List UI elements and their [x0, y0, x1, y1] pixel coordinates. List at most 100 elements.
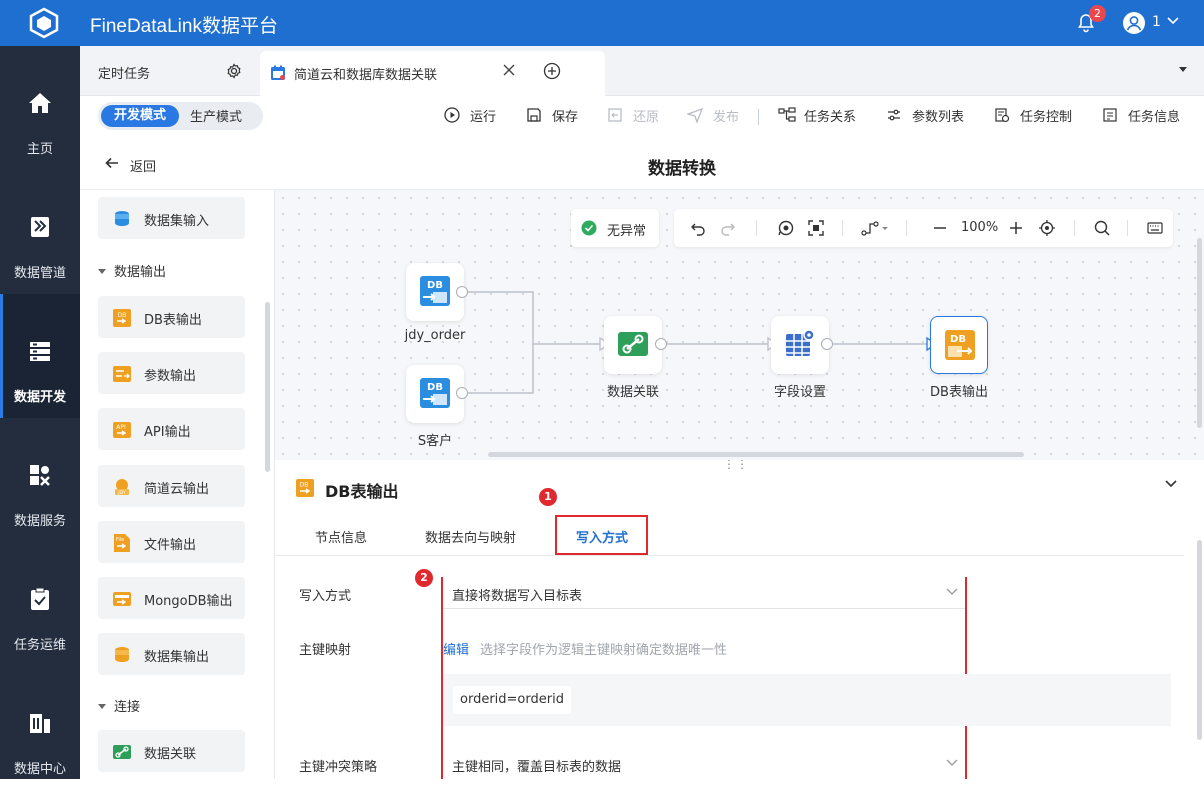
chevron-down-icon[interactable] [1164, 479, 1178, 489]
canvas-v-scrollbar[interactable] [1197, 238, 1202, 428]
nav-item-pipeline[interactable]: 数据管道 [0, 170, 80, 294]
detail-tabs: 节点信息 数据去向与映射 写入方式 [275, 516, 1184, 556]
add-tab-icon[interactable] [543, 62, 561, 80]
tab-label: 定时任务 [98, 67, 151, 82]
marker-1: 1 [539, 488, 557, 506]
node-label: 数据关联 [606, 385, 659, 400]
user-avatar-icon[interactable] [1122, 11, 1146, 35]
mode-prod-button[interactable]: 生产模式 [190, 106, 242, 125]
control-icon [995, 108, 1010, 123]
pk-mapping-chip[interactable]: orderid=orderid [453, 686, 571, 714]
notification-badge: 2 [1089, 5, 1106, 22]
palette-item-label: API输出 [144, 425, 191, 440]
tab-node-info[interactable]: 节点信息 [315, 527, 367, 546]
palette-item-label: MongoDB输出 [144, 594, 233, 609]
flow-node-db-output[interactable]: DB [930, 316, 988, 374]
palette-item-mongodb-output[interactable]: MongoDB输出 [98, 577, 245, 619]
node-label: jdy_order [404, 328, 466, 343]
svg-text:DB: DB [427, 280, 443, 291]
caret-down-icon [98, 704, 106, 709]
mode-switch[interactable]: 开发模式 生产模式 [98, 102, 263, 130]
palette-item-label: 数据集输入 [144, 214, 210, 229]
node-port[interactable] [456, 387, 468, 399]
conflict-strategy-select[interactable]: 主键相同，覆盖目标表的数据 [443, 748, 965, 779]
flow-canvas[interactable]: 无异常 100% DB jdy_order DB S客户 数据关联 字段设置 D… [275, 190, 1204, 460]
relation-label: 任务关系 [804, 110, 857, 125]
palette-item-dataset-input[interactable]: 数据集输入 [98, 197, 245, 239]
user-name[interactable]: 1 [1152, 14, 1161, 30]
mode-dev-button[interactable]: 开发模式 [101, 105, 179, 127]
palette-item-param-output[interactable]: 参数输出 [98, 352, 245, 394]
join-icon [113, 745, 131, 759]
jdy-output-icon: JDY [115, 479, 129, 496]
palette-scrollbar[interactable] [265, 302, 270, 472]
db-input-icon: DB [420, 276, 450, 306]
db-output-icon: DB [113, 309, 131, 327]
pk-hint: 选择字段作为逻辑主键映射确定数据唯一性 [480, 643, 728, 658]
palette-item-file-output[interactable]: File 文件输出 [98, 521, 245, 563]
palette-item-label: DB表输出 [144, 313, 202, 328]
select-value: 主键相同，覆盖目标表的数据 [452, 760, 622, 775]
tab-scheduled[interactable]: 定时任务 [80, 46, 255, 96]
section-connect[interactable]: 连接 [98, 696, 140, 715]
tab-label: 简道云和数据库数据关联 [294, 68, 438, 83]
section-output[interactable]: 数据输出 [98, 261, 166, 280]
nav-item-ops[interactable]: 任务运维 [0, 542, 80, 666]
flow-node-join[interactable] [604, 316, 662, 374]
palette-item-join[interactable]: 数据关联 [98, 730, 245, 772]
palette-item-label: 参数输出 [144, 369, 197, 384]
palette-item-label: 数据集输出 [144, 650, 210, 665]
nav-item-dev[interactable]: 数据开发 [0, 294, 80, 418]
pk-mapping-label: 主键映射 [299, 643, 352, 658]
publish-label: 发布 [713, 110, 740, 125]
write-mode-select[interactable]: 直接将数据写入目标表 [443, 577, 965, 609]
node-detail-panel: ⋮⋮ DB DB表输出 节点信息 数据去向与映射 写入方式 1 2 写入方式 直… [275, 460, 1204, 779]
nav-item-datacenter[interactable]: 数据中心 [0, 666, 80, 790]
db-input-icon: DB [420, 378, 450, 408]
save-icon [527, 108, 541, 122]
pipeline-icon [31, 217, 49, 237]
back-button[interactable]: 返回 [130, 156, 156, 175]
conflict-strategy-label: 主键冲突策略 [299, 760, 378, 775]
datacenter-icon [30, 714, 50, 733]
node-port[interactable] [456, 286, 468, 298]
nav-label: 数据开发 [13, 390, 66, 405]
node-port[interactable] [655, 338, 667, 350]
palette-item-db-output[interactable]: DB DB表输出 [98, 296, 245, 338]
palette-item-dataset-output[interactable]: 数据集输出 [98, 633, 245, 675]
node-palette: 数据集输入 数据输出 DB DB表输出 参数输出 API API输出 JDY 简… [80, 190, 275, 779]
chevron-down-icon [946, 759, 958, 766]
mongodb-output-icon [113, 592, 131, 606]
nav-item-service[interactable]: 数据服务 [0, 418, 80, 542]
chevron-down-icon[interactable] [1166, 16, 1180, 26]
palette-item-jdy-output[interactable]: JDY 简道云输出 [98, 465, 245, 507]
field-settings-icon [786, 329, 815, 356]
write-mode-label: 写入方式 [299, 589, 352, 604]
gear-icon[interactable] [226, 63, 242, 79]
close-icon[interactable] [502, 63, 516, 77]
svg-text:API: API [116, 424, 126, 431]
resize-handle[interactable]: ⋮⋮ [723, 460, 749, 471]
palette-item-api-output[interactable]: API API输出 [98, 408, 245, 450]
node-port[interactable] [821, 338, 833, 350]
tab-destination-mapping[interactable]: 数据去向与映射 [425, 527, 516, 546]
select-value: 直接将数据写入目标表 [452, 589, 583, 604]
section-label: 数据输出 [114, 265, 167, 280]
tab-more-icon[interactable] [1179, 67, 1187, 72]
detail-title: DB表输出 [325, 482, 399, 501]
node-label: DB表输出 [930, 385, 988, 400]
api-output-icon: API [113, 422, 131, 438]
control-label: 任务控制 [1020, 110, 1073, 125]
nav-item-home[interactable]: 主页 [0, 46, 80, 170]
canvas-h-scrollbar[interactable] [488, 452, 1024, 457]
top-bar: FineDataLink数据平台 2 1 [0, 0, 1204, 46]
run-label: 运行 [470, 110, 497, 125]
nav-label: 数据中心 [13, 762, 66, 777]
pk-edit-link[interactable]: 编辑 [443, 639, 469, 658]
nav-label: 任务运维 [13, 638, 66, 653]
detail-scrollbar[interactable] [1197, 540, 1202, 740]
param-output-icon [113, 366, 131, 382]
join-icon [618, 332, 648, 356]
arrow-left-icon[interactable] [104, 155, 120, 171]
ops-icon [31, 587, 49, 610]
